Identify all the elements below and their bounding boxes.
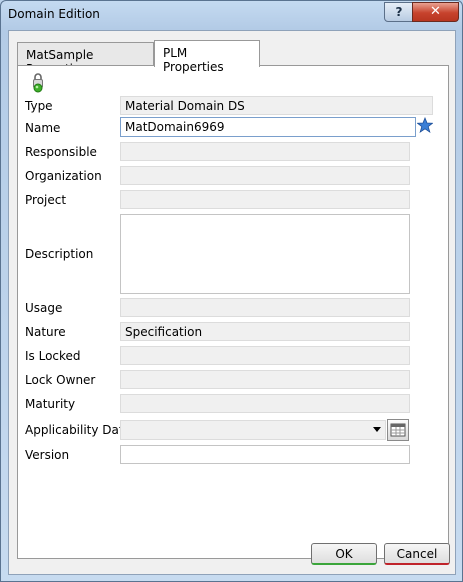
is-locked-field: [120, 346, 410, 365]
cancel-button[interactable]: Cancel: [384, 543, 450, 565]
tab-matsample-properties[interactable]: MatSample Properties: [17, 42, 154, 76]
lock-icon: [33, 73, 43, 93]
type-field: Material Domain DS: [120, 96, 433, 115]
organization-label: Organization: [25, 169, 102, 183]
calendar-icon: [390, 423, 406, 437]
applicability-date-label: Applicability Date: [25, 423, 131, 437]
close-button[interactable]: ✕: [412, 2, 459, 22]
responsible-label: Responsible: [25, 145, 97, 159]
maturity-label: Maturity: [25, 397, 76, 411]
maturity-field: [120, 394, 410, 413]
responsible-field: [120, 142, 410, 161]
chevron-down-icon[interactable]: [373, 427, 381, 432]
lock-owner-field: [120, 370, 410, 389]
dialog-window: Domain Edition ? ✕ MatSample Properties …: [0, 0, 463, 582]
ok-button[interactable]: OK: [311, 543, 377, 565]
help-button[interactable]: ?: [384, 2, 414, 22]
description-textarea[interactable]: [120, 214, 410, 294]
name-input[interactable]: MatDomain6969: [120, 117, 416, 137]
nature-label: Nature: [25, 325, 66, 339]
nature-field: Specification: [120, 322, 410, 341]
type-label: Type: [25, 99, 53, 113]
version-label: Version: [25, 448, 70, 462]
organization-field: [120, 166, 410, 185]
dialog-body: MatSample Properties PLM Properties Type…: [8, 30, 456, 575]
plm-properties-panel: Type Material Domain DS Name MatDomain69…: [17, 65, 449, 559]
usage-field: [120, 298, 410, 317]
title-bar[interactable]: Domain Edition ? ✕: [1, 1, 463, 29]
usage-label: Usage: [25, 301, 63, 315]
window-title: Domain Edition: [8, 7, 100, 21]
name-label: Name: [25, 121, 61, 135]
is-locked-label: Is Locked: [25, 349, 81, 363]
calendar-button[interactable]: [387, 419, 409, 441]
project-field: [120, 190, 410, 209]
project-label: Project: [25, 193, 67, 207]
tab-plm-properties[interactable]: PLM Properties: [154, 40, 260, 74]
version-input[interactable]: [120, 445, 410, 464]
description-label: Description: [25, 247, 94, 261]
lock-owner-label: Lock Owner: [25, 373, 96, 387]
star-icon[interactable]: [417, 117, 433, 133]
applicability-date-combo[interactable]: [120, 420, 386, 440]
